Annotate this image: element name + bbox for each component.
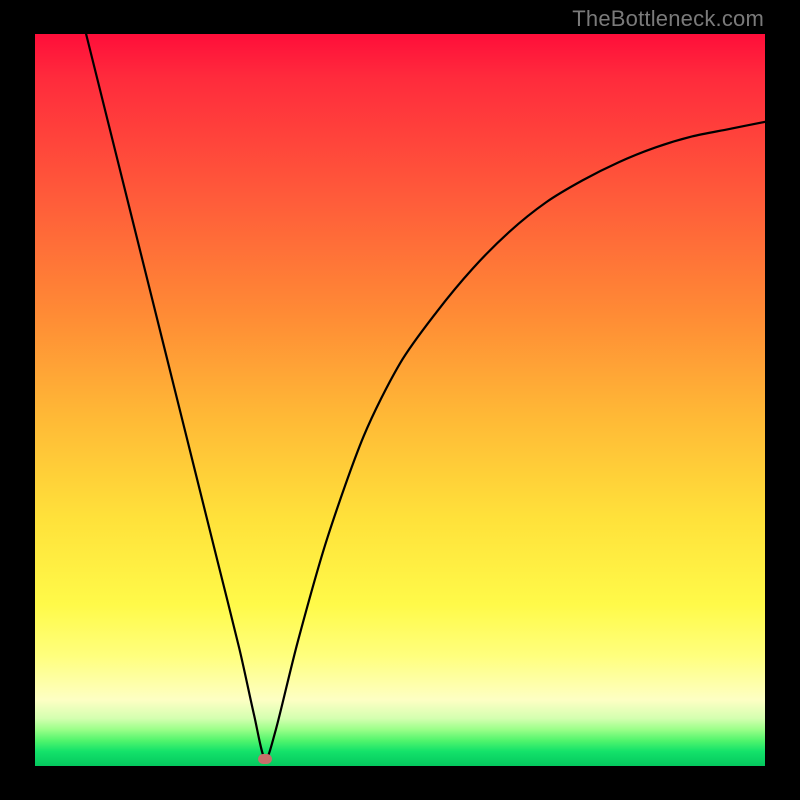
watermark-text: TheBottleneck.com (572, 6, 764, 32)
bottleneck-curve (35, 34, 765, 766)
chart-frame: TheBottleneck.com (0, 0, 800, 800)
minimum-marker (258, 754, 272, 764)
plot-area (35, 34, 765, 766)
